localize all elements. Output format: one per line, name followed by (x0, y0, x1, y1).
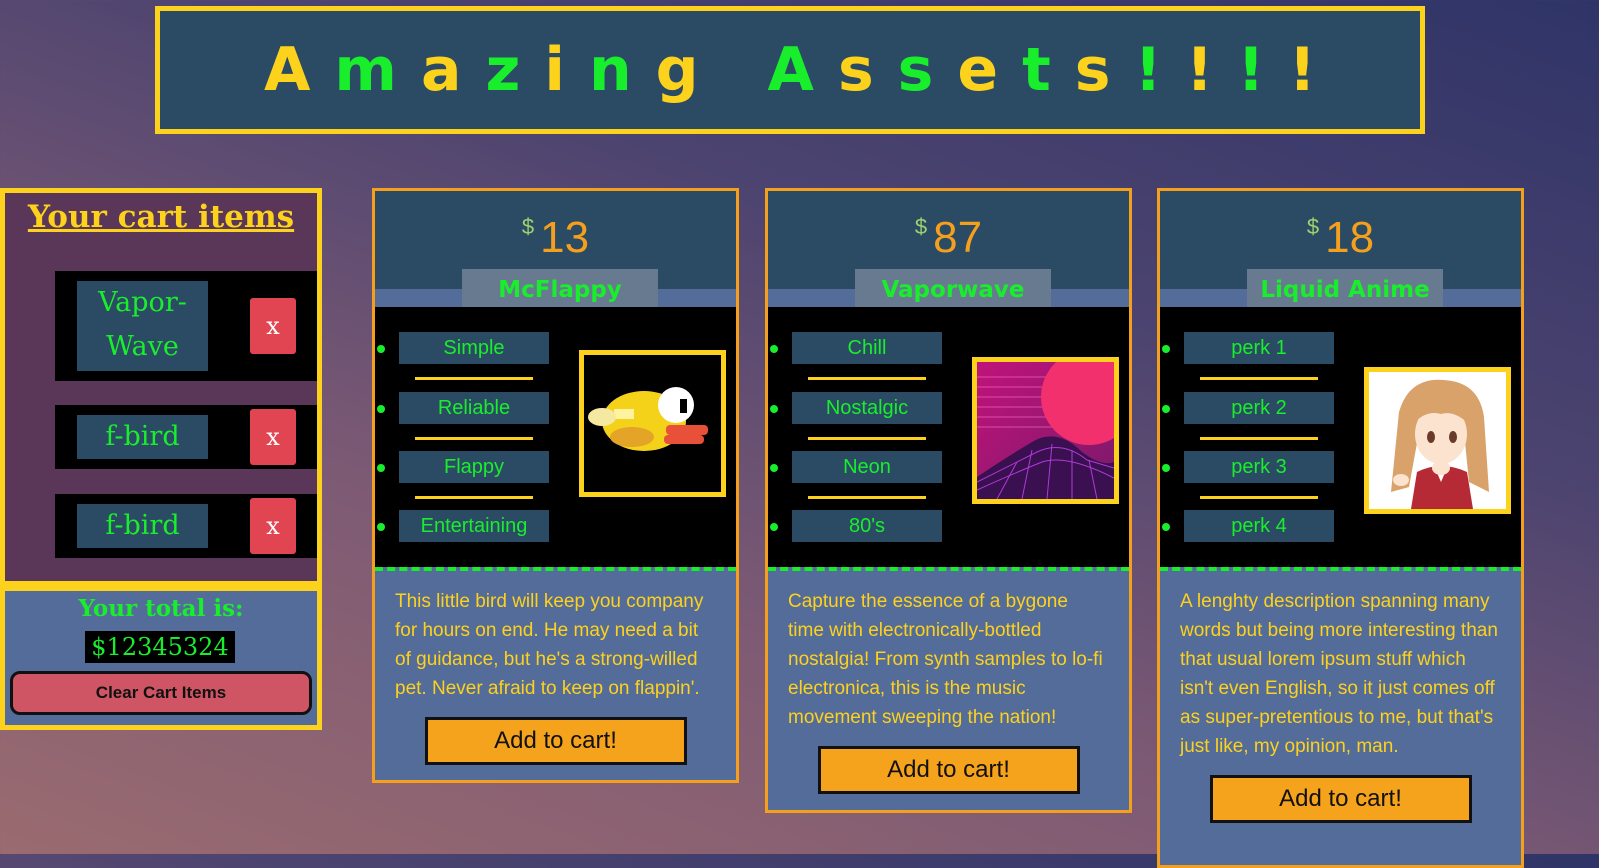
price-value: 13 (540, 213, 590, 262)
perk-label: Neon (792, 451, 942, 483)
perk-item: perk 4 (1160, 510, 1360, 570)
add-to-cart-button[interactable]: Add to cart! (424, 717, 687, 765)
perk-label: 80's (792, 510, 942, 542)
perk-label: Reliable (399, 392, 549, 424)
perk-label: perk 1 (1184, 332, 1334, 364)
perk-item: Reliable (375, 392, 575, 452)
currency-symbol: $ (521, 214, 535, 239)
anime-girl-image (1364, 367, 1511, 514)
product-name: McFlappy (462, 269, 658, 309)
total-label: Your total is: (78, 595, 244, 622)
page-title: Amazing Assets!!!! (263, 35, 1340, 105)
product-price: $87 (768, 213, 1129, 263)
perk-label: Flappy (399, 451, 549, 483)
perk-item: Flappy (375, 451, 575, 511)
add-to-cart-button[interactable]: Add to cart! (1209, 775, 1472, 823)
product-price: $13 (375, 213, 736, 263)
product-description: This little bird will keep you company f… (395, 591, 704, 699)
perk-label: Simple (399, 332, 549, 364)
product-features: Simple Reliable Flappy Entertaining (375, 307, 736, 567)
perk-label: perk 4 (1184, 510, 1334, 542)
cart-item-name: Vapor-Wave (77, 281, 208, 371)
perk-label: Nostalgic (792, 392, 942, 424)
price-value: 87 (933, 213, 983, 262)
vaporwave-landscape-image (972, 357, 1119, 504)
cart-item-name: f-bird (77, 504, 208, 548)
perk-item: Simple (375, 332, 575, 392)
cart-item: f-bird x (55, 494, 317, 558)
product-name: Liquid Anime (1247, 269, 1443, 309)
cart-totals: Your total is: $12345324 Clear Cart Item… (0, 586, 322, 730)
clear-cart-button[interactable]: Clear Cart Items (10, 671, 312, 715)
cart-item-name: f-bird (77, 415, 208, 459)
perk-item: Chill (768, 332, 968, 392)
remove-item-button[interactable]: x (250, 298, 296, 354)
page-banner: Amazing Assets!!!! (155, 6, 1425, 134)
product-name: Vaporwave (855, 269, 1051, 309)
total-value: $12345324 (85, 631, 235, 663)
flappy-bird-icon (579, 350, 726, 497)
perk-label: Chill (792, 332, 942, 364)
product-card: $18 Liquid Anime perk 1 perk 2 perk 3 pe… (1157, 188, 1524, 868)
perk-label: perk 2 (1184, 392, 1334, 424)
remove-item-button[interactable]: x (250, 498, 296, 554)
perk-label: perk 3 (1184, 451, 1334, 483)
add-to-cart-button[interactable]: Add to cart! (817, 746, 1080, 794)
product-price: $18 (1160, 213, 1521, 263)
perk-item: 80's (768, 510, 968, 570)
product-features: Chill Nostalgic Neon 80's (768, 307, 1129, 567)
currency-symbol: $ (914, 214, 928, 239)
cart-panel: Your cart items Vapor-Wave x f-bird x f-… (0, 188, 322, 586)
perk-item: Nostalgic (768, 392, 968, 452)
cart-item: Vapor-Wave x (55, 271, 317, 381)
currency-symbol: $ (1306, 214, 1320, 239)
product-description: Capture the essence of a bygone time wit… (788, 591, 1103, 728)
product-card: $87 Vaporwave Chill Nostalgic Neon 80's (765, 188, 1132, 813)
perk-item: perk 2 (1160, 392, 1360, 452)
cart-item: f-bird x (55, 405, 317, 469)
perk-item: Neon (768, 451, 968, 511)
perk-item: perk 3 (1160, 451, 1360, 511)
product-description: A lenghty description spanning many word… (1180, 591, 1498, 757)
remove-item-button[interactable]: x (250, 409, 296, 465)
product-card: $13 McFlappy Simple Reliable Flappy Ente… (372, 188, 739, 783)
cart-title: Your cart items (27, 199, 295, 235)
price-value: 18 (1325, 213, 1375, 262)
product-features: perk 1 perk 2 perk 3 perk 4 (1160, 307, 1521, 567)
perk-label: Entertaining (399, 510, 549, 542)
perk-item: perk 1 (1160, 332, 1360, 392)
perk-item: Entertaining (375, 510, 575, 570)
